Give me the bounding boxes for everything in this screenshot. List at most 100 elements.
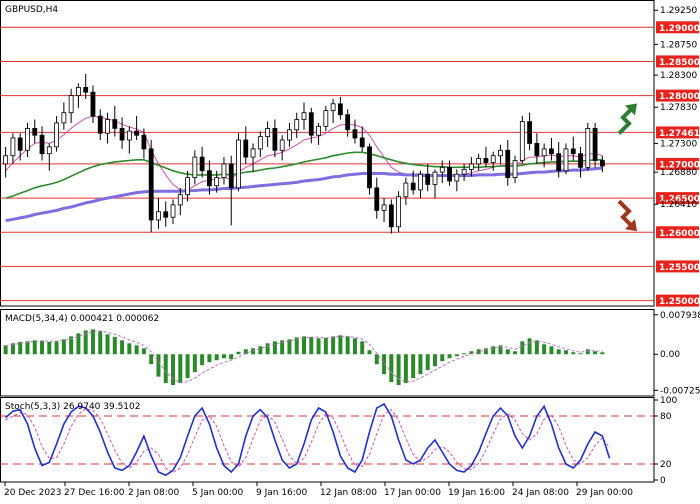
macd-bar <box>367 350 372 355</box>
macd-bar <box>185 354 190 379</box>
macd-bar <box>229 354 234 360</box>
macd-bar <box>54 341 59 355</box>
candle-body <box>316 125 321 136</box>
candle-body <box>483 158 489 163</box>
level-label: 1.28000 <box>659 92 700 102</box>
candle-body <box>301 112 307 120</box>
macd-bar <box>112 336 117 355</box>
macd-bar <box>134 345 139 355</box>
macd-bar <box>316 338 321 355</box>
macd-bar <box>192 354 197 373</box>
macd-bar <box>90 329 95 355</box>
candle-body <box>418 173 423 191</box>
x-tick-label: 29 Jan 00:00 <box>576 488 633 498</box>
y-tick-label: 80 <box>660 412 672 422</box>
candle-body <box>257 136 263 150</box>
candle-body <box>287 129 292 141</box>
macd-bar <box>221 354 226 359</box>
macd-bar <box>396 354 401 386</box>
macd-title: MACD(5,34,4) 0.000421 0.000062 <box>5 314 159 324</box>
candle-body <box>512 160 518 178</box>
macd-bar <box>171 354 176 386</box>
macd-bar <box>585 349 590 355</box>
x-tick-label: 27 Dec 16:00 <box>64 488 125 498</box>
candle-body <box>265 128 271 138</box>
y-tick-label: 1.26880 <box>660 168 697 178</box>
candle-body <box>505 149 511 178</box>
macd-bar <box>593 351 598 355</box>
candle-body <box>425 173 431 185</box>
macd-bar <box>352 338 357 355</box>
macd-bar <box>338 335 343 355</box>
candle-body <box>199 156 205 172</box>
candle-body <box>374 187 380 211</box>
candle-body <box>46 146 52 155</box>
macd-bar <box>18 341 23 355</box>
macd-bar <box>163 354 168 384</box>
y-tick-label: 0.00 <box>660 350 680 360</box>
level-label: 1.25500 <box>659 263 700 273</box>
macd-bar <box>294 337 299 355</box>
candle-body <box>359 137 365 148</box>
candle-body <box>381 204 387 211</box>
y-tick-label: 0 <box>660 476 666 486</box>
candle-body <box>221 163 227 178</box>
candle-body <box>367 146 372 189</box>
macd-bar <box>491 346 496 355</box>
level-label: 1.28500 <box>659 58 700 68</box>
candle-body <box>54 122 59 148</box>
macd-bar <box>549 346 554 355</box>
level-label: 1.27461 <box>659 129 700 139</box>
candle-body <box>236 139 241 189</box>
level-label: 1.29000 <box>659 24 700 34</box>
candle-body <box>148 148 154 221</box>
candle-body <box>599 160 605 167</box>
y-tick-label: 1.28300 <box>660 71 697 81</box>
stoch-d-line <box>5 408 611 474</box>
candle-body <box>439 166 445 173</box>
candle-body <box>272 128 278 151</box>
macd-bar <box>178 354 183 384</box>
candle-body <box>308 112 314 136</box>
macd-bar <box>309 336 314 355</box>
x-tick-label: 5 Jan 00:00 <box>192 488 244 498</box>
candle-body <box>134 130 140 136</box>
macd-bar <box>418 354 423 375</box>
macd-bar <box>556 349 561 355</box>
macd-bar <box>527 338 532 355</box>
y-tick-label: -0.007256 <box>660 386 700 396</box>
macd-bar <box>120 340 125 355</box>
candle-body <box>432 171 438 185</box>
x-tick-label: 24 Jan 08:00 <box>512 488 569 498</box>
macd-bar <box>156 354 161 377</box>
candle-body <box>396 196 402 228</box>
candle-body <box>352 129 358 139</box>
macd-bar <box>563 350 568 355</box>
macd-bar <box>236 351 241 355</box>
main-title: GBPUSD,H4 <box>5 5 58 15</box>
candle-body <box>541 148 547 157</box>
macd-bar <box>301 336 307 355</box>
level-label: 1.25000 <box>659 297 700 307</box>
candle-body <box>163 211 169 218</box>
macd-bar <box>61 339 66 355</box>
main-panel-frame <box>0 0 655 307</box>
candle-body <box>549 148 554 155</box>
macd-bar <box>345 336 350 355</box>
candle-body <box>454 173 460 182</box>
candle-body <box>294 119 300 131</box>
macd-bar <box>32 340 37 355</box>
candle-body <box>476 158 482 165</box>
candle-body <box>527 121 532 144</box>
candle-body <box>192 156 198 178</box>
macd-bar <box>141 348 146 355</box>
macd-bar <box>447 354 452 359</box>
candle-body <box>388 204 394 228</box>
buy-signal-arrow-icon <box>617 103 637 135</box>
macd-bar <box>505 349 510 355</box>
macd-bar <box>272 341 277 355</box>
candle-body <box>461 168 467 175</box>
macd-bar <box>600 352 605 355</box>
candle-body <box>90 91 96 117</box>
macd-bar <box>389 354 394 383</box>
